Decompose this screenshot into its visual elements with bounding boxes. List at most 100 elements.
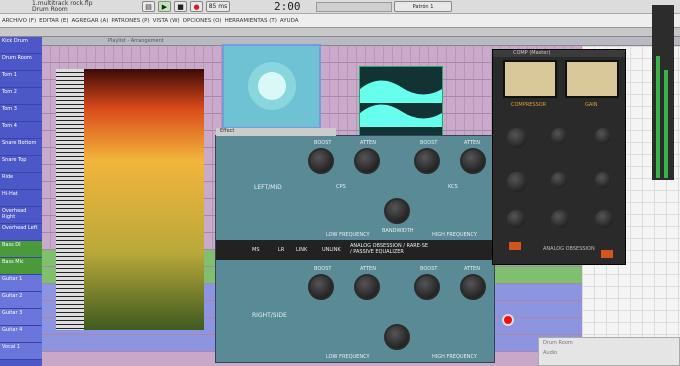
eq-boost-low-knob[interactable] [308,148,334,174]
track-header[interactable]: Kick Drum [0,37,42,54]
eq-band-label: HIGH FREQUENCY [432,232,477,238]
meter-bar-left [656,55,660,178]
eq-knob-label: BOOST [420,266,438,272]
menu-help[interactable]: AYUDA [280,18,299,24]
eq-knob-label: BOOST [314,140,332,146]
menu-add[interactable]: AGREGAR (A) [71,18,108,24]
waveform-window [359,66,443,136]
track-header[interactable]: Tom 3 [0,105,42,122]
pattern-mode-button[interactable]: ▤ [142,1,155,12]
comp-sidechain-knob[interactable] [505,208,527,230]
toolbar-strip [0,28,680,37]
eq-switch-ms[interactable]: MS [252,247,260,253]
eq-atten-low-knob-2[interactable] [354,274,380,300]
eq-freq-label: CPS [336,184,346,190]
eq-power-led[interactable] [502,314,514,326]
eq-knob-label: BOOST [420,140,438,146]
track-header[interactable]: Drum Room [0,54,42,71]
passive-eq-plugin: Effect LEFT/MID BOOST ATTEN BOOST ATTEN … [215,128,514,363]
eq-switch-link[interactable]: LINK [296,247,307,253]
compressor-plugin: COMP (Master) COMPRESSOR GAIN ANALOG OBS… [492,49,626,265]
comp-power-button[interactable] [601,250,613,258]
visualizer-burst [248,62,296,110]
track-header[interactable]: Tom 1 [0,71,42,88]
hint-panel: Drum Room Audio [538,337,680,366]
eq-knob-label: BOOST [314,266,332,272]
track-header[interactable]: Overhead Left [0,224,42,241]
visualizer-window [222,44,321,129]
eq-switch-lr[interactable]: LR [278,247,284,253]
transport: ▤ ▶ ■ ● 85 ms [142,1,230,12]
menu-options[interactable]: OPCIONES (O) [183,18,222,24]
time-display[interactable]: 2:00 [274,0,310,14]
menu-file[interactable]: ARCHIVO (F) [2,18,36,24]
comp-window-header[interactable]: COMP (Master) [493,50,625,57]
stop-button[interactable]: ■ [174,1,187,12]
track-header[interactable]: Bass DI [0,241,42,258]
comp-ratio-knob[interactable] [505,170,529,194]
vu-meter-right [565,60,619,98]
menu-edit[interactable]: EDITAR (E) [39,18,68,24]
eq-switch-unlink[interactable]: UNLINK [322,247,341,253]
track-header[interactable]: Guitar 2 [0,292,42,309]
track-header[interactable]: Overhead Right [0,207,42,224]
pattern-selector[interactable]: Patrón 1 [394,1,452,12]
hint-item: Audio [543,350,558,356]
eq-center-strip: MS LR LINK UNLINK ANALOG OBSESSION / RAR… [216,240,494,260]
eq-atten-high-knob[interactable] [460,148,486,174]
eq-bandwidth-knob[interactable] [384,198,410,224]
hint-item: Drum Room [543,340,573,346]
vu-meter-left [503,60,557,98]
play-button[interactable]: ▶ [158,1,171,12]
track-header[interactable]: Guitar 4 [0,326,42,343]
eq-boost-low-knob-2[interactable] [308,274,334,300]
comp-makeup-knob[interactable] [549,170,569,190]
track-header[interactable]: Tom 2 [0,88,42,105]
eq-band-label: HIGH FREQUENCY [432,354,477,360]
eq-boost-high-knob-2[interactable] [414,274,440,300]
track-list: Kick Drum Drum Room Tom 1 Tom 2 Tom 3 To… [0,37,42,366]
track-header[interactable]: Snare Top [0,156,42,173]
eq-window-header[interactable]: Effect [216,128,336,136]
comp-bypass-button[interactable] [509,242,521,250]
track-header[interactable]: Hi-Hat [0,190,42,207]
eq-knob-label: ATTEN [464,140,480,146]
track-header[interactable]: Ride [0,173,42,190]
eq-atten-low-knob[interactable] [354,148,380,174]
eq-boost-high-knob[interactable] [414,148,440,174]
track-header[interactable]: Snare Bottom [0,139,42,156]
comp-meter-label: GAIN [585,102,598,108]
eq-bandwidth-knob-2[interactable] [384,324,410,350]
comp-hpf-knob[interactable] [549,208,571,230]
menu-tools[interactable]: HERRAMIENTAS (T) [225,18,277,24]
eq-band-label: LOW FREQUENCY [326,232,370,238]
eq-atten-high-knob-2[interactable] [460,274,486,300]
piano-keys[interactable] [56,69,84,330]
track-header[interactable]: Tom 4 [0,122,42,139]
eq-channel-right: RIGHT/SIDE [252,312,287,319]
window-title: 1.multitrack rock.flp Drum Room [32,0,93,13]
tempo-display[interactable]: 85 ms [206,1,230,12]
comp-output-knob[interactable] [593,208,615,230]
master-meters [652,5,674,180]
eq-band-label: LOW FREQUENCY [326,354,370,360]
top-toolbar: 1.multitrack rock.flp Drum Room ▤ ▶ ■ ● … [0,0,680,14]
playlist-title: Playlist - Arrangement [108,38,164,44]
eq-knob-label: ATTEN [360,266,376,272]
eq-kcs-label: KCS [448,184,458,190]
track-header[interactable]: Guitar 3 [0,309,42,326]
comp-meter-label: COMPRESSOR [511,102,547,108]
track-header[interactable]: Bass Mic [0,258,42,275]
eq-unit-label: ANALOG OBSESSION / RARE-SE / PASSIVE EQU… [350,243,429,255]
menu-view[interactable]: VISTA (W) [153,18,180,24]
spectrogram-window [56,69,204,330]
comp-release-knob[interactable] [593,126,613,146]
track-header[interactable]: Guitar 1 [0,275,42,292]
comp-mix-knob[interactable] [593,170,613,190]
menu-patterns[interactable]: PATRONES (P) [111,18,149,24]
record-button[interactable]: ● [190,1,203,12]
track-header[interactable]: Vocal 1 [0,343,42,360]
comp-attack-knob[interactable] [549,126,569,146]
spectrogram-display [84,69,204,330]
comp-threshold-knob[interactable] [505,126,529,150]
